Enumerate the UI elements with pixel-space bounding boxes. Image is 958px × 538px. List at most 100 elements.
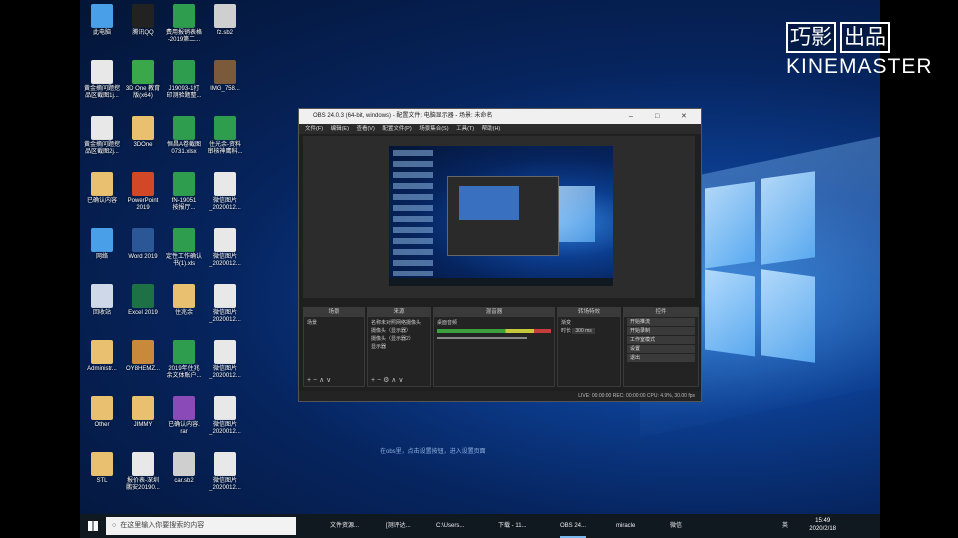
desktop-icon[interactable]: car.sb2 xyxy=(162,452,206,485)
file-icon xyxy=(214,116,236,140)
minimize-icon[interactable]: – xyxy=(629,109,633,124)
ime-indicator[interactable]: 英 xyxy=(782,516,788,536)
obs-window[interactable]: OBS 24.0.3 (64-bit, windows) - 配置文件: 电脑显… xyxy=(298,108,702,402)
desktop-icon[interactable]: Administr... xyxy=(80,340,124,373)
transitions-header: 转场特效 xyxy=(558,308,620,317)
file-icon xyxy=(91,340,113,364)
maximize-icon[interactable]: □ xyxy=(655,109,659,124)
menu-file[interactable]: 文件(F) xyxy=(305,126,323,132)
desktop-icon[interactable]: 报价表-深圳 鹏安20190... xyxy=(121,452,165,492)
file-icon xyxy=(132,4,154,28)
desktop-icon[interactable]: fN-19051 按报厅... xyxy=(162,172,206,212)
start-icon[interactable] xyxy=(88,521,98,531)
desktop-icon[interactable]: 住光余-资料 审核神鹰科... xyxy=(203,116,247,156)
desktop-icon[interactable]: Other xyxy=(80,396,124,429)
desktop-icon[interactable]: OY8HEMZ... xyxy=(121,340,165,373)
menu-profile[interactable]: 配置文件(P) xyxy=(382,126,411,132)
file-icon xyxy=(91,228,113,252)
desktop-icon[interactable]: JIMMY xyxy=(121,396,165,429)
file-icon xyxy=(91,4,113,28)
desktop-icon[interactable]: 微信图片 _2020012... xyxy=(203,452,247,492)
duration-input[interactable]: 300 ms xyxy=(572,328,595,334)
desktop-icon[interactable]: 黄金摘问题挖 品区截图2j... xyxy=(80,116,124,156)
scene-controls[interactable]: + − ∧ ∨ xyxy=(307,376,331,384)
desktop: 此电脑 腾讯QQ 费用报销表格 -2019第二... fz.sb2 黄金摘问题挖 品区截… xyxy=(80,0,880,538)
desktop-icon[interactable]: 网络 xyxy=(80,228,124,261)
taskbar-item-wechat[interactable]: 微信 xyxy=(670,516,682,536)
desktop-icon[interactable]: 微信图片 _2020012... xyxy=(203,172,247,212)
taskbar-clock[interactable]: 15:49 2020/2/18 xyxy=(809,517,836,533)
taskbar-item-download[interactable]: 下载 - 11... xyxy=(498,516,527,536)
desktop-icon[interactable]: 3DOne xyxy=(121,116,165,149)
obs-preview[interactable] xyxy=(303,136,695,298)
close-icon[interactable]: ✕ xyxy=(681,109,687,124)
source-controls[interactable]: + − ⚙ ∧ ∨ xyxy=(371,376,403,384)
desktop-icon[interactable]: 微信图片 _2020012... xyxy=(203,284,247,324)
desktop-icon[interactable]: Word 2019 xyxy=(121,228,165,261)
desktop-icon[interactable]: 已确认内容. rar xyxy=(162,396,206,436)
file-icon xyxy=(214,340,236,364)
scenes-header: 场景 xyxy=(304,308,364,317)
menu-tools[interactable]: 工具(T) xyxy=(456,126,474,132)
desktop-icon[interactable]: 定性工作确认 书(1).xls xyxy=(162,228,206,268)
exit-button[interactable]: 退出 xyxy=(627,354,695,362)
desktop-icon[interactable]: PowerPoint 2019 xyxy=(121,172,165,212)
menu-help[interactable]: 帮助(H) xyxy=(482,126,501,132)
desktop-icon[interactable]: 微信图片 _2020012... xyxy=(203,396,247,436)
volume-slider[interactable] xyxy=(437,337,527,339)
start-recording-button[interactable]: 开始录制 xyxy=(627,327,695,335)
desktop-icon[interactable]: J19093-1打 印测验题整... xyxy=(162,60,206,100)
studio-mode-button[interactable]: 工作室模式 xyxy=(627,336,695,344)
transition-select[interactable]: 渐变 xyxy=(561,319,617,327)
desktop-icon[interactable]: 恒昌A卷截图 0731.xlsx xyxy=(162,116,206,156)
desktop-icon[interactable]: 回收站 xyxy=(80,284,124,317)
menu-scene-collection[interactable]: 场景集合(S) xyxy=(419,126,448,132)
desktop-icon[interactable]: 费用报销表格 -2019第二... xyxy=(162,4,206,44)
desktop-icon[interactable]: 微信图片 _2020012... xyxy=(203,340,247,380)
desktop-icon-label: 微信图片 _2020012... xyxy=(209,366,241,379)
taskbar-item-edge[interactable]: [测评达... xyxy=(386,516,411,536)
source-item[interactable]: 摄像头（显示器） xyxy=(371,327,427,335)
taskbar-item-explorer[interactable]: 文件资源... xyxy=(330,516,359,536)
watermark-box-1: 巧影 xyxy=(786,22,836,53)
file-icon xyxy=(214,228,236,252)
taskbar-item-obs[interactable]: OBS 24... xyxy=(560,516,587,538)
desktop-icon-label: fN-19051 按报厅... xyxy=(171,198,197,211)
desktop-icon[interactable]: STL xyxy=(80,452,124,485)
file-icon xyxy=(214,4,236,28)
desktop-icon[interactable]: 此电脑 xyxy=(80,4,124,37)
desktop-icon[interactable]: 已确认内容 xyxy=(80,172,124,205)
desktop-icon[interactable]: 微信图片 _2020012... xyxy=(203,228,247,268)
taskbar: ○ 在这里输入你要搜索的内容 文件资源... [测评达... C:\Users..… xyxy=(80,514,880,538)
menu-edit[interactable]: 编辑(E) xyxy=(331,126,349,132)
obs-menu-bar: 文件(F) 编辑(E) 查看(V) 配置文件(P) 场景集合(S) 工具(T) … xyxy=(299,124,701,134)
taskbar-item-folder[interactable]: C:\Users... xyxy=(436,516,464,536)
file-icon xyxy=(132,396,154,420)
source-item[interactable]: 名称未对照网络摄像头 xyxy=(371,319,427,327)
desktop-icon-label: 已确认内容. rar xyxy=(168,422,200,435)
desktop-icon[interactable]: IMG_758... xyxy=(203,60,247,93)
desktop-icon[interactable]: fz.sb2 xyxy=(203,4,247,37)
desktop-icon[interactable]: 3D One 教育 版(x64) xyxy=(121,60,165,100)
desktop-icon[interactable]: Excel 2019 xyxy=(121,284,165,317)
desktop-icon[interactable]: 2019年住兆 余文体账户... xyxy=(162,340,206,380)
desktop-icon-label: 已确认内容 xyxy=(86,198,117,204)
settings-button[interactable]: 设置 xyxy=(627,345,695,353)
taskbar-item-miracle[interactable]: miracle xyxy=(616,516,635,536)
file-icon xyxy=(132,172,154,196)
transitions-dock: 转场特效 渐变 时长 300 ms xyxy=(557,307,621,387)
obs-title-bar[interactable]: OBS 24.0.3 (64-bit, windows) - 配置文件: 电脑显… xyxy=(299,109,701,124)
file-icon xyxy=(214,284,236,308)
desktop-icon[interactable]: 黄金摘问题挖 品区截图1j... xyxy=(80,60,124,100)
desktop-icon-label: JIMMY xyxy=(133,422,153,428)
taskbar-search-box[interactable]: ○ 在这里输入你要搜索的内容 xyxy=(106,517,296,535)
source-item[interactable]: 显示器 xyxy=(371,343,427,351)
desktop-icon-label: Word 2019 xyxy=(128,254,158,260)
file-icon xyxy=(132,340,154,364)
desktop-icon[interactable]: 住兆余 xyxy=(162,284,206,317)
source-item[interactable]: 摄像头（显示器2） xyxy=(371,335,427,343)
menu-view[interactable]: 查看(V) xyxy=(356,126,374,132)
start-streaming-button[interactable]: 开始推流 xyxy=(627,318,695,326)
scene-item[interactable]: 场景 xyxy=(307,319,361,327)
desktop-icon[interactable]: 腾讯QQ xyxy=(121,4,165,37)
